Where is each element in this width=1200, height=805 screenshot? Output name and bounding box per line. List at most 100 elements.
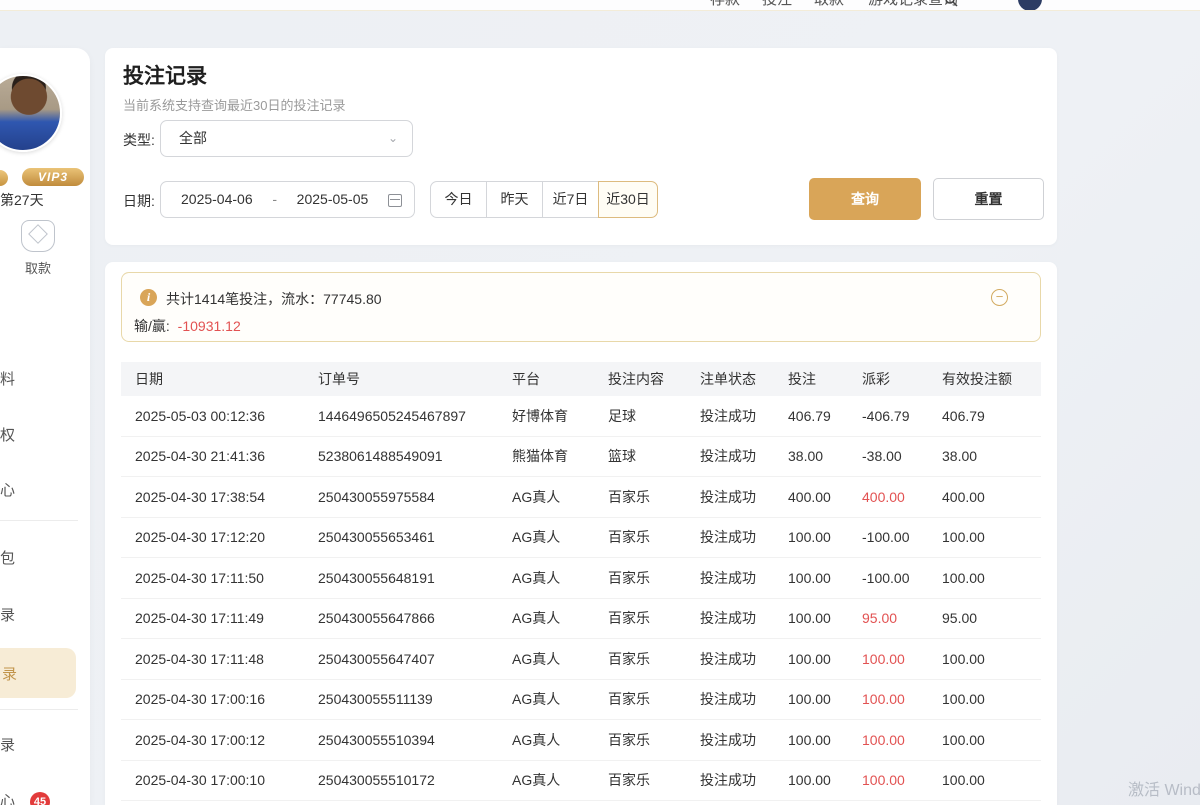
vip-coin-icon [0, 170, 8, 186]
cell-platform: AG真人 [512, 568, 608, 588]
col-platform: 平台 [512, 369, 608, 389]
col-order: 订单号 [318, 369, 512, 389]
cell-payout: -100.00 [862, 529, 942, 545]
cell-status: 投注成功 [700, 770, 788, 790]
collapse-icon[interactable]: − [991, 289, 1008, 306]
sidebar-item-privileges[interactable]: 权 [0, 424, 78, 445]
membership-day-label: 第27天 [0, 190, 44, 210]
cell-platform: AG真人 [512, 608, 608, 628]
cell-status: 投注成功 [700, 487, 788, 507]
cell-platform: AG真人 [512, 649, 608, 669]
sidebar-item-deposit-records[interactable]: 录 [0, 604, 78, 625]
top-navbar: 存款 投注 取款 游戏记录查询 [0, 0, 1200, 11]
quick-date-button-group: 今日 昨天 近7日 近30日 [430, 181, 658, 218]
type-select-value: 全部 [179, 130, 207, 146]
cell-bet: 100.00 [788, 732, 862, 748]
reset-button[interactable]: 重置 [933, 178, 1044, 220]
cell-content: 百家乐 [608, 568, 700, 588]
cell-platform: AG真人 [512, 730, 608, 750]
table-row: 2025-04-30 17:00:16250430055511139AG真人百家… [121, 680, 1041, 721]
cell-status: 投注成功 [700, 446, 788, 466]
records-panel: i 共计1414笔投注，流水：77745.80 输/赢: -10931.12 −… [105, 262, 1057, 805]
user-avatar[interactable] [0, 74, 62, 152]
cell-bet: 406.79 [788, 408, 862, 424]
cell-order: 250430055975584 [318, 489, 512, 505]
date-range-input[interactable]: 2025-04-06 - 2025-05-05 [160, 181, 415, 218]
date-end-value: 2025-05-05 [297, 182, 369, 217]
cell-payout: -406.79 [862, 408, 942, 424]
cell-order: 5238061488549091 [318, 448, 512, 464]
cell-platform: AG真人 [512, 527, 608, 547]
cell-valid-bet: 38.00 [942, 448, 1041, 464]
cell-order: 250430055511139 [318, 691, 512, 707]
quick-date-yesterday[interactable]: 昨天 [486, 181, 543, 218]
topbar-avatar[interactable] [1018, 0, 1042, 11]
search-button[interactable]: 查询 [809, 178, 921, 220]
withdraw-icon [21, 220, 55, 252]
cell-platform: 熊猫体育 [512, 446, 608, 466]
cell-date: 2025-04-30 17:11:50 [135, 570, 318, 586]
cell-date: 2025-04-30 17:00:16 [135, 691, 318, 707]
date-range-separator: - [272, 182, 277, 217]
cell-content: 百家乐 [608, 770, 700, 790]
cell-order: 250430055648191 [318, 570, 512, 586]
sidebar-withdraw-shortcut[interactable]: 取款 [14, 220, 62, 277]
cell-status: 投注成功 [700, 689, 788, 709]
withdraw-label: 取款 [14, 258, 62, 277]
type-label: 类型: [123, 130, 155, 150]
cell-content: 足球 [608, 406, 700, 426]
cell-payout: 400.00 [862, 489, 942, 505]
col-content: 投注内容 [608, 369, 700, 389]
cell-valid-bet: 100.00 [942, 772, 1041, 788]
sidebar-item-center[interactable]: 心 [0, 479, 78, 500]
cell-order: 250430055647407 [318, 651, 512, 667]
cell-payout: -38.00 [862, 448, 942, 464]
cell-status: 投注成功 [700, 649, 788, 669]
search-icon[interactable] [944, 0, 958, 11]
cell-valid-bet: 400.00 [942, 489, 1041, 505]
notification-count-badge: 45 [30, 792, 50, 805]
cell-bet: 100.00 [788, 772, 862, 788]
cell-payout: 100.00 [862, 772, 942, 788]
table-row: 2025-04-30 17:11:50250430055648191AG真人百家… [121, 558, 1041, 599]
quick-date-7days[interactable]: 近7日 [542, 181, 599, 218]
table-row: 2025-04-30 17:11:48250430055647407AG真人百家… [121, 639, 1041, 680]
cell-platform: 好博体育 [512, 406, 608, 426]
table-row: 2025-04-30 17:00:12250430055510394AG真人百家… [121, 720, 1041, 761]
calendar-icon [388, 194, 402, 207]
quick-date-today[interactable]: 今日 [430, 181, 487, 218]
info-icon: i [140, 289, 157, 306]
table-row: 2025-05-03 00:12:361446496505245467897好博… [121, 396, 1041, 437]
cell-content: 篮球 [608, 446, 700, 466]
table-row: 2025-04-30 17:12:20250430055653461AG真人百家… [121, 518, 1041, 559]
sidebar-item-bet-records-active[interactable]: 录 [0, 648, 76, 698]
sidebar: VIP3 第27天 取款 料 权 心 包 录 录 录 心 45 [0, 48, 90, 805]
cell-date: 2025-05-03 00:12:36 [135, 408, 318, 424]
cell-bet: 38.00 [788, 448, 862, 464]
cell-valid-bet: 100.00 [942, 570, 1041, 586]
cell-valid-bet: 100.00 [942, 529, 1041, 545]
cell-date: 2025-04-30 17:38:54 [135, 489, 318, 505]
page-subtitle: 当前系统支持查询最近30日的投注记录 [123, 95, 345, 114]
cell-payout: 95.00 [862, 610, 942, 626]
sidebar-item-profile[interactable]: 料 [0, 368, 78, 389]
cell-payout: 100.00 [862, 651, 942, 667]
cell-bet: 100.00 [788, 610, 862, 626]
date-label: 日期: [123, 191, 155, 211]
cell-payout: 100.00 [862, 732, 942, 748]
topnav-item-1[interactable]: 存款 [710, 0, 740, 9]
cell-valid-bet: 406.79 [942, 408, 1041, 424]
cell-order: 250430055510172 [318, 772, 512, 788]
topnav-item-2[interactable]: 投注 [762, 0, 792, 9]
vip-level-badge: VIP3 [22, 168, 84, 186]
sidebar-item-wallet[interactable]: 包 [0, 547, 78, 568]
col-valid-bet: 有效投注额 [942, 369, 1041, 389]
topnav-item-3[interactable]: 取款 [814, 0, 844, 9]
cell-content: 百家乐 [608, 487, 700, 507]
quick-date-30days[interactable]: 近30日 [598, 181, 658, 218]
cell-platform: AG真人 [512, 487, 608, 507]
type-select[interactable]: 全部 ⌄ [160, 120, 413, 157]
sidebar-item-withdraw-records[interactable]: 录 [0, 734, 78, 755]
cell-platform: AG真人 [512, 770, 608, 790]
cell-date: 2025-04-30 21:41:36 [135, 448, 318, 464]
